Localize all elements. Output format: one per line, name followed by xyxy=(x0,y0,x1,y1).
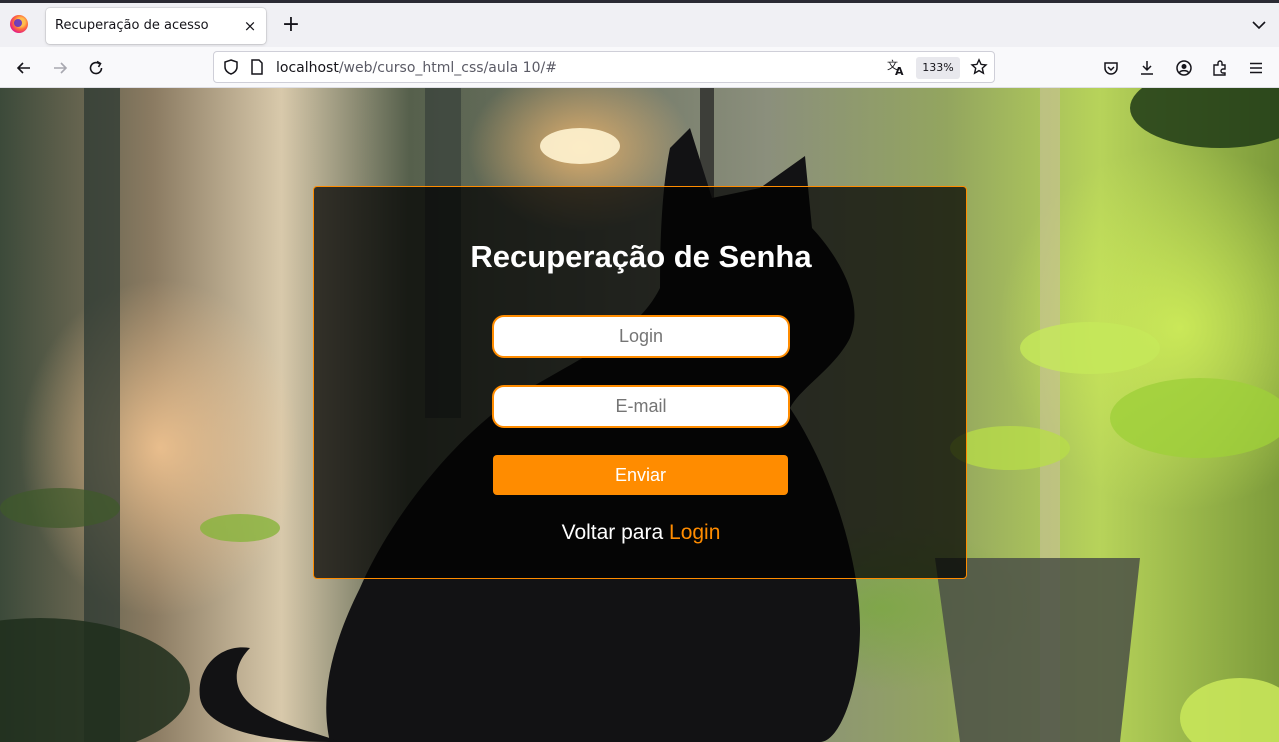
new-tab-button[interactable]: + xyxy=(279,12,303,38)
navigation-toolbar: localhost/web/curso_html_css/aula 10/# 文… xyxy=(0,47,1279,88)
firefox-icon[interactable] xyxy=(10,15,28,33)
download-icon[interactable] xyxy=(1134,55,1160,81)
back-to-login-text: Voltar para Login xyxy=(314,521,968,545)
email-input[interactable] xyxy=(492,385,790,428)
svg-text:A: A xyxy=(895,65,904,77)
back-text: Voltar para xyxy=(561,521,664,544)
back-icon[interactable] xyxy=(11,55,37,81)
tab-bar: Recuperação de acesso × + xyxy=(0,3,1279,47)
close-tab-icon[interactable]: × xyxy=(240,16,260,36)
translate-icon[interactable]: 文A xyxy=(883,54,909,80)
login-input[interactable] xyxy=(492,315,790,358)
page-icon xyxy=(244,54,270,80)
pocket-icon[interactable] xyxy=(1098,55,1124,81)
shield-icon[interactable] xyxy=(218,54,244,80)
tab-recuperacao[interactable]: Recuperação de acesso × xyxy=(46,8,266,44)
menu-icon[interactable] xyxy=(1243,55,1269,81)
tab-list-icon[interactable] xyxy=(1249,15,1269,35)
reload-icon[interactable] xyxy=(83,55,109,81)
login-link[interactable]: Login xyxy=(669,521,720,544)
star-icon[interactable] xyxy=(966,54,992,80)
extensions-icon[interactable] xyxy=(1207,55,1233,81)
password-recovery-card: Recuperação de Senha Enviar Voltar para … xyxy=(313,186,967,579)
forward-icon[interactable] xyxy=(47,55,73,81)
url-host: localhost xyxy=(276,60,339,76)
tab-title: Recuperação de acesso xyxy=(55,18,209,33)
page-title: Recuperação de Senha xyxy=(470,239,812,274)
submit-button[interactable]: Enviar xyxy=(493,455,788,495)
url-path: /web/curso_html_css/aula 10/# xyxy=(338,60,557,76)
url-bar[interactable]: localhost/web/curso_html_css/aula 10/# 文… xyxy=(213,51,995,83)
account-icon[interactable] xyxy=(1171,55,1197,81)
url-text[interactable]: localhost/web/curso_html_css/aula 10/# xyxy=(276,60,557,76)
zoom-level-badge[interactable]: 133% xyxy=(916,57,960,79)
page-viewport: Recuperação de Senha Enviar Voltar para … xyxy=(0,88,1279,742)
